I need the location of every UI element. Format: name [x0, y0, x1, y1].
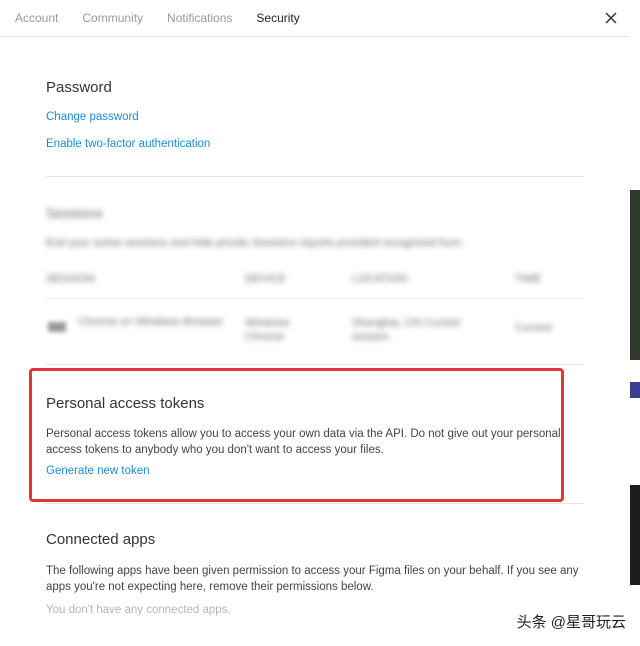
session-device: Windows Chrome — [245, 317, 290, 343]
settings-tabs: Account Community Notifications Security — [0, 0, 630, 37]
settings-modal: Account Community Notifications Security… — [0, 0, 630, 646]
background-badge — [630, 382, 640, 398]
session-time: Current — [515, 322, 552, 334]
section-divider — [46, 176, 584, 177]
tab-account[interactable]: Account — [15, 11, 58, 25]
sessions-header-time: TIME — [515, 273, 542, 285]
section-divider — [46, 503, 584, 504]
background-strip — [630, 0, 640, 646]
sessions-description: End your active sessions and hide privat… — [46, 237, 465, 249]
tab-community[interactable]: Community — [82, 11, 143, 25]
section-divider — [46, 364, 584, 365]
background-image-block — [630, 485, 640, 585]
watermark: 头条 @星哥玩云 — [516, 614, 626, 631]
enable-2fa-link[interactable]: Enable two-factor authentication — [46, 138, 210, 150]
sessions-header-location: LOCATION — [352, 273, 408, 285]
tab-security[interactable]: Security — [256, 11, 299, 25]
connected-apps-description: The following apps have been given permi… — [46, 565, 579, 593]
connected-apps-empty: You don't have any connected apps. — [46, 604, 231, 616]
sessions-header-divider — [46, 298, 584, 299]
session-icon — [48, 322, 66, 332]
change-password-link[interactable]: Change password — [46, 111, 139, 123]
sessions-heading: Sessions — [46, 205, 103, 221]
sessions-header-session: SESSION — [46, 273, 95, 285]
connected-apps-heading: Connected apps — [46, 531, 156, 548]
close-icon[interactable] — [602, 9, 620, 27]
session-name: Chrome on Windows Browser — [78, 316, 224, 328]
tokens-highlight-box — [29, 368, 564, 502]
password-heading: Password — [46, 79, 112, 96]
background-image-block — [630, 190, 640, 360]
sessions-header-device: DEVICE — [245, 273, 286, 285]
session-location: Shanghai, CN Current session — [352, 317, 461, 343]
tab-notifications[interactable]: Notifications — [167, 11, 232, 25]
